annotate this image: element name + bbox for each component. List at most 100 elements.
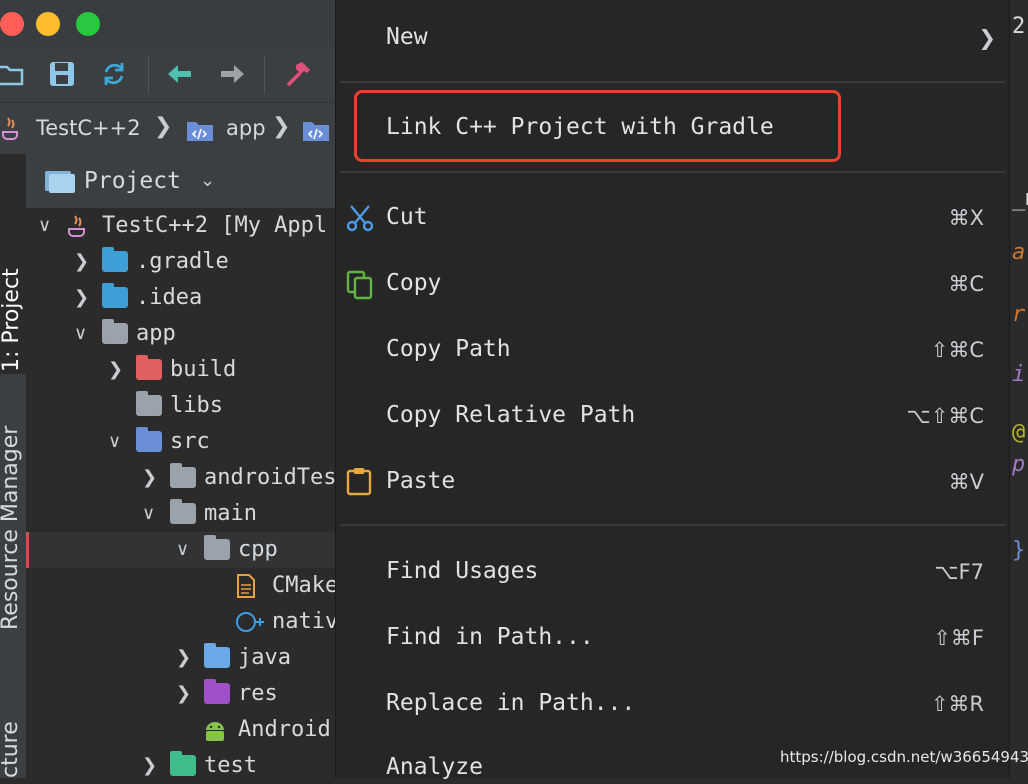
menu-item-find-usages[interactable]: Find Usages <box>386 558 538 584</box>
tree-label: libs <box>170 393 223 418</box>
tree-label: androidTes <box>204 465 337 490</box>
minimize-window-button[interactable] <box>36 12 60 36</box>
project-folder-icon <box>45 171 75 193</box>
source-folder-icon <box>187 122 213 141</box>
shortcut-find-usages: ⌥F7 <box>934 560 984 584</box>
tree-label: .gradle <box>136 249 229 274</box>
editor-fragment: p <box>1012 452 1026 477</box>
menu-separator <box>340 171 1005 173</box>
folder-icon <box>170 463 196 488</box>
editor-fragment: } <box>1012 538 1026 563</box>
shortcut-replace-in-path: ⇧⌘R <box>930 692 984 716</box>
tab-project[interactable]: 1: Project <box>0 268 24 372</box>
tree-label: nativ <box>272 609 339 634</box>
close-window-button[interactable] <box>0 12 24 36</box>
open-folder-icon[interactable] <box>0 60 24 88</box>
tree-label: app <box>136 321 176 346</box>
chevron-down-icon[interactable]: ∨ <box>74 316 88 352</box>
chevron-down-icon[interactable]: ∨ <box>176 532 190 568</box>
editor-fragment: _m <box>1012 186 1028 211</box>
menu-item-paste[interactable]: Paste <box>386 468 455 494</box>
menu-item-find-in-path[interactable]: Find in Path... <box>386 624 594 650</box>
back-arrow-icon[interactable] <box>166 60 194 88</box>
hammer-build-icon[interactable] <box>284 60 312 88</box>
tree-label: res <box>238 681 278 706</box>
menu-item-cut[interactable]: Cut <box>386 204 428 230</box>
java-cup-icon <box>2 117 18 140</box>
menu-item-new[interactable]: New <box>386 24 428 50</box>
tree-label: src <box>170 429 210 454</box>
source-folder-icon <box>136 427 162 452</box>
project-panel-title[interactable]: Project <box>84 168 181 194</box>
breadcrumb-item-project[interactable]: TestC++2 <box>36 116 141 140</box>
res-folder-icon <box>204 679 230 704</box>
module-folder-icon <box>102 319 128 344</box>
source-folder-icon <box>303 122 329 141</box>
watermark-url: https://blog.csdn.net/w366549434 <box>780 748 1028 766</box>
menu-item-copy[interactable]: Copy <box>386 270 441 296</box>
menu-item-analyze[interactable]: Analyze <box>386 754 483 780</box>
java-icon <box>68 215 85 237</box>
shortcut-copy: ⌘C <box>948 272 984 296</box>
chevron-down-icon[interactable]: ∨ <box>108 424 122 460</box>
clipboard-paste-icon <box>346 468 372 496</box>
chevron-right-icon[interactable]: ❯ <box>142 460 157 496</box>
tree-label: cpp <box>238 537 278 562</box>
tab-structure[interactable]: cture <box>0 721 23 778</box>
editor-fragment: r <box>1012 302 1026 327</box>
breadcrumb-item-app[interactable]: app <box>226 116 266 140</box>
annotation-highlight-box <box>354 90 841 162</box>
tree-label: test <box>204 753 257 778</box>
test-folder-icon <box>170 751 196 776</box>
chevron-right-icon[interactable]: ❯ <box>74 280 89 316</box>
editor-area <box>1008 0 1028 778</box>
gradle-folder-icon <box>102 247 128 272</box>
scissors-icon <box>346 205 374 232</box>
folder-icon <box>170 499 196 524</box>
selected-row-marker <box>26 532 29 568</box>
save-icon[interactable] <box>48 60 76 88</box>
android-icon <box>206 722 224 741</box>
menu-item-copy-path[interactable]: Copy Path <box>386 336 511 362</box>
forward-arrow-icon[interactable] <box>218 60 246 88</box>
chevron-down-icon[interactable]: ∨ <box>142 496 156 532</box>
shortcut-cut: ⌘X <box>948 206 984 230</box>
chevron-right-icon[interactable]: ❯ <box>142 748 157 784</box>
tree-label: java <box>238 645 291 670</box>
cpp-file-icon <box>236 612 264 632</box>
shortcut-find-in-path: ⇧⌘F <box>933 626 984 650</box>
menu-separator <box>340 81 1005 83</box>
chevron-right-icon[interactable]: ❯ <box>108 352 123 388</box>
shortcut-paste: ⌘V <box>948 470 984 494</box>
tree-label: build <box>170 357 237 382</box>
tree-label: TestC++2 [My Appl <box>102 213 328 238</box>
copy-icon <box>346 270 373 300</box>
chevron-right-icon[interactable]: ❯ <box>176 640 191 676</box>
tree-label: .idea <box>136 285 203 310</box>
tree-label: CMake <box>272 573 339 598</box>
menu-item-replace-in-path[interactable]: Replace in Path... <box>386 690 635 716</box>
chevron-right-icon: ❯ <box>154 114 173 139</box>
idea-folder-icon <box>102 283 128 308</box>
chevron-down-icon[interactable]: ∨ <box>38 208 52 244</box>
editor-tab-fragment: 2 <box>1012 14 1026 39</box>
chevron-down-icon[interactable]: ⌄ <box>200 170 215 191</box>
tab-resource-manager[interactable]: Resource Manager <box>0 426 23 630</box>
java-folder-icon <box>204 643 230 668</box>
folder-icon <box>136 391 162 416</box>
chevron-right-icon: ❯ <box>978 26 996 50</box>
sync-icon[interactable] <box>100 60 128 88</box>
shortcut-copy-path: ⇧⌘C <box>930 338 984 362</box>
chevron-right-icon[interactable]: ❯ <box>176 676 191 712</box>
tree-label: Android <box>238 717 331 742</box>
toolbar-separator <box>148 56 149 94</box>
menu-item-copy-relative-path[interactable]: Copy Relative Path <box>386 402 635 428</box>
editor-fragment: i <box>1012 362 1026 387</box>
editor-fragment: @ <box>1012 420 1026 445</box>
cmake-file-icon <box>237 574 255 598</box>
chevron-right-icon[interactable]: ❯ <box>74 244 89 280</box>
build-folder-icon <box>136 355 162 380</box>
zoom-window-button[interactable] <box>76 12 100 36</box>
shortcut-copy-relative-path: ⌥⇧⌘C <box>906 404 984 428</box>
editor-fragment: a <box>1012 240 1026 265</box>
